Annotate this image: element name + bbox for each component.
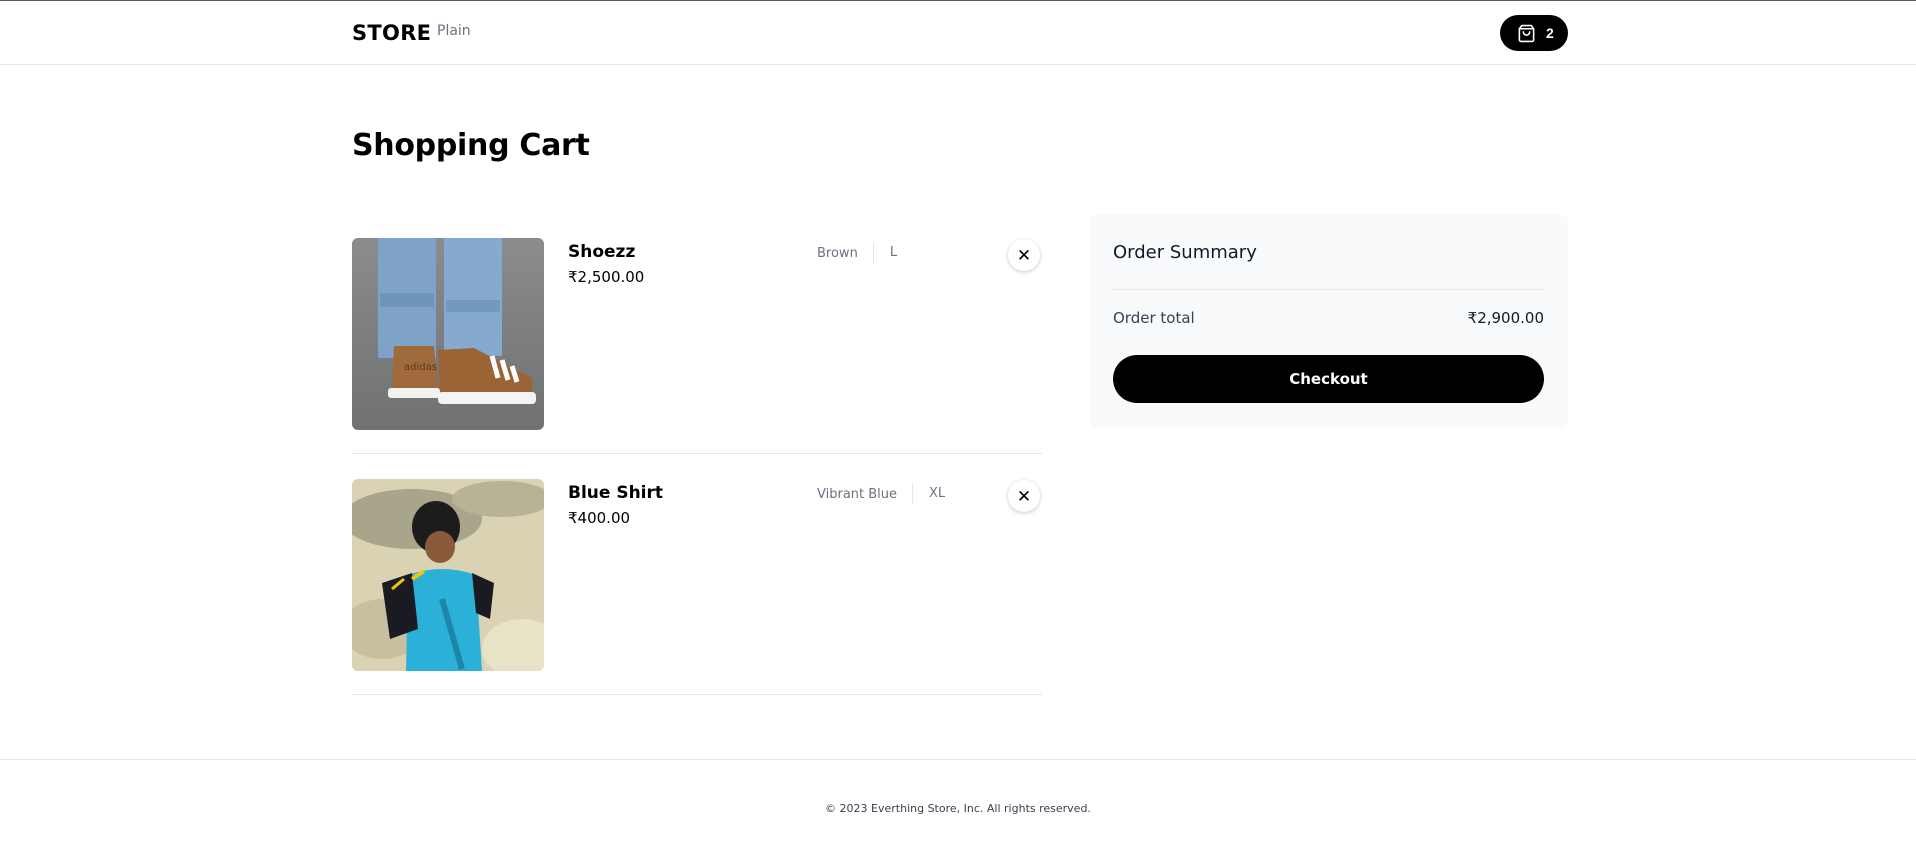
summary-divider — [1113, 289, 1544, 290]
cart-button[interactable]: 2 — [1500, 15, 1568, 51]
cart-item: adidas Shoezz ₹2,500.00 Brown L ✕ — [352, 238, 1042, 454]
item-name[interactable]: Shoezz — [568, 242, 635, 262]
brand-logo-link[interactable]: STORE — [352, 21, 431, 45]
item-size: XL — [912, 483, 945, 505]
product-image-blue-jersey — [352, 479, 544, 671]
svg-text:adidas: adidas — [404, 362, 437, 373]
item-price: ₹400.00 — [568, 509, 631, 527]
footer: © 2023 Everthing Store, Inc. All rights … — [0, 759, 1916, 851]
remove-item-button[interactable]: ✕ — [1008, 239, 1040, 271]
item-color: Brown — [817, 245, 858, 261]
order-summary-panel: Order Summary Order total ₹2,900.00 Chec… — [1089, 214, 1568, 428]
navbar: STORE Plain 2 — [0, 1, 1916, 65]
item-name[interactable]: Blue Shirt — [568, 483, 663, 503]
cart-item: Blue Shirt ₹400.00 Vibrant Blue XL ✕ — [352, 479, 1042, 695]
order-total-value: ₹2,900.00 — [1467, 309, 1544, 327]
shopping-bag-icon — [1517, 24, 1536, 43]
nav-link-plain[interactable]: Plain — [437, 23, 471, 39]
checkout-button[interactable]: Checkout — [1113, 355, 1544, 403]
order-total-label: Order total — [1113, 309, 1195, 327]
order-summary-title: Order Summary — [1113, 242, 1257, 263]
item-variants: Vibrant Blue XL — [817, 483, 945, 505]
cart-count: 2 — [1546, 25, 1554, 41]
footer-copyright: © 2023 Everthing Store, Inc. All rights … — [825, 802, 1091, 815]
remove-item-button[interactable]: ✕ — [1008, 480, 1040, 512]
item-size: L — [872, 242, 897, 264]
close-icon: ✕ — [1016, 486, 1032, 506]
page-title: Shopping Cart — [352, 128, 590, 163]
close-icon: ✕ — [1016, 245, 1032, 265]
item-variants: Brown L — [817, 242, 897, 264]
item-price: ₹2,500.00 — [568, 268, 645, 286]
product-image-sneakers: adidas — [352, 238, 544, 430]
item-color: Vibrant Blue — [817, 486, 898, 502]
